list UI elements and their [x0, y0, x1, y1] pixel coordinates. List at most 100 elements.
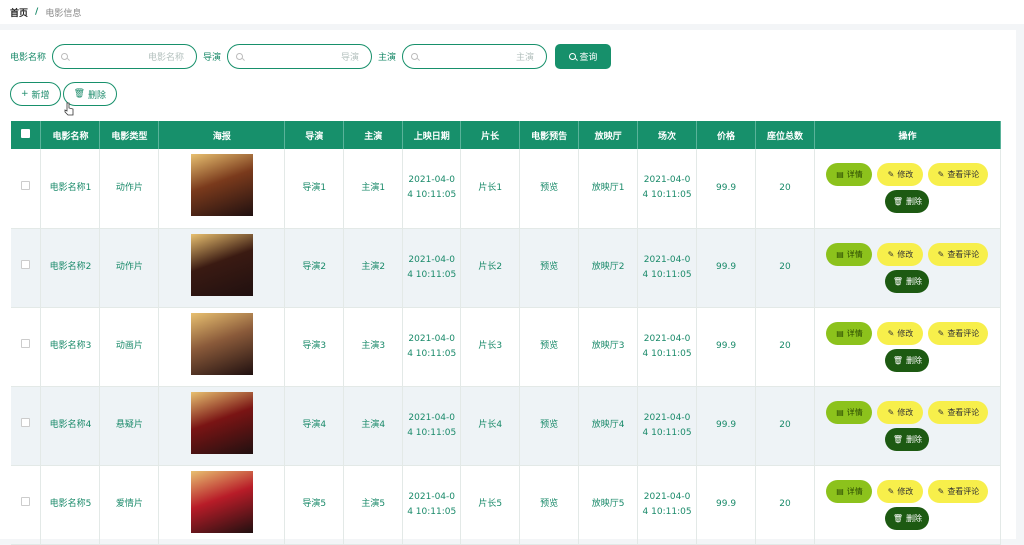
- cell-release-date: 2021-04-0 4 10:11:05: [402, 386, 462, 466]
- search-icon: [61, 53, 69, 60]
- add-button[interactable]: + 新增: [10, 82, 61, 106]
- search-bar: 电影名称 电影名称 导演 导演 主演 主演 查询: [10, 44, 612, 69]
- row-select-cell[interactable]: [11, 228, 42, 308]
- cell-director: 导演4: [284, 386, 345, 466]
- director-input[interactable]: 导演: [227, 44, 373, 69]
- edit-button[interactable]: ✎ 修改: [877, 479, 924, 503]
- date-line: 2021-04-0: [408, 491, 455, 502]
- delete-label: 删除: [906, 197, 923, 207]
- edit-button[interactable]: ✎ 修改: [877, 242, 924, 266]
- movie-poster-image[interactable]: [190, 233, 253, 296]
- row-select-cell[interactable]: [11, 465, 42, 545]
- cell-hall: 放映厅4: [578, 386, 639, 466]
- cell-poster: [158, 386, 286, 466]
- row-select-cell[interactable]: [11, 386, 42, 466]
- edit-button[interactable]: ✎ 修改: [877, 321, 924, 345]
- pencil-icon: ✎: [887, 407, 895, 417]
- movie-poster-image[interactable]: [190, 470, 253, 533]
- trash-icon: 🗑: [892, 197, 904, 207]
- breadcrumb-home[interactable]: 首页: [10, 6, 28, 19]
- table-row[interactable]: 电影名称4 悬疑片 导演4 主演4 2021-04-0 4 10:11:05 片长…: [11, 386, 1002, 466]
- session-line: 2021-04-0: [643, 412, 691, 423]
- cell-poster: [158, 307, 286, 387]
- star-input[interactable]: 主演: [402, 44, 548, 69]
- cell-trailer[interactable]: 预览: [519, 386, 580, 466]
- cell-release-date: 2021-04-0 4 10:11:05: [402, 228, 462, 308]
- review-label: 查看评论: [947, 486, 980, 496]
- row-delete-button[interactable]: 🗑 删除: [885, 190, 930, 214]
- detail-button[interactable]: ▤ 详情: [826, 242, 873, 266]
- table-row[interactable]: 电影名称5 爱情片 导演5 主演5 2021-04-0 4 10:11:05 片长…: [11, 465, 1002, 545]
- date-line: 4 10:11:05: [407, 348, 457, 359]
- cell-trailer[interactable]: 预览: [519, 149, 580, 229]
- table-row[interactable]: 电影名称3 动画片 导演3 主演3 2021-04-0 4 10:11:05 片长…: [11, 307, 1002, 387]
- plus-icon: +: [21, 89, 29, 99]
- detail-button[interactable]: ▤ 详情: [826, 479, 873, 503]
- cell-length: 片长1: [460, 149, 521, 229]
- select-all-checkbox[interactable]: [21, 129, 31, 138]
- view-reviews-button[interactable]: ✎ 查看评论: [928, 163, 989, 187]
- cell-director: 导演1: [284, 149, 345, 229]
- row-delete-button[interactable]: 🗑 删除: [885, 348, 930, 372]
- select-all-header[interactable]: [11, 121, 42, 149]
- edit-button[interactable]: ✎ 修改: [877, 163, 924, 187]
- cell-type: 爱情片: [99, 465, 160, 545]
- date-line: 4 10:11:05: [407, 427, 457, 438]
- session-line: 4 10:11:05: [642, 190, 692, 201]
- movie-poster-image[interactable]: [190, 391, 253, 454]
- row-checkbox[interactable]: [21, 260, 31, 269]
- document-icon: ▤: [836, 249, 844, 259]
- query-label: 查询: [579, 53, 598, 63]
- view-reviews-button[interactable]: ✎ 查看评论: [928, 242, 989, 266]
- view-reviews-button[interactable]: ✎ 查看评论: [928, 321, 989, 345]
- director-label: 导演: [203, 53, 222, 63]
- view-reviews-button[interactable]: ✎ 查看评论: [928, 400, 989, 424]
- cell-name: 电影名称2: [40, 228, 101, 308]
- table-row[interactable]: 电影名称1 动作片 导演1 主演1 2021-04-0 4 10:11:05 片长…: [11, 149, 1002, 229]
- date-line: 2021-04-0: [408, 175, 455, 186]
- row-delete-button[interactable]: 🗑 删除: [885, 427, 930, 451]
- cell-price: 99.9: [696, 307, 756, 387]
- cell-session: 2021-04-0 4 10:11:05: [637, 386, 698, 466]
- cell-star: 主演4: [343, 386, 404, 466]
- pencil-icon: ✎: [887, 486, 895, 496]
- row-checkbox[interactable]: [21, 180, 31, 190]
- row-select-cell[interactable]: [11, 307, 42, 387]
- date-line: 2021-04-0: [408, 333, 455, 344]
- cell-length: 片长3: [460, 307, 521, 387]
- edit-label: 修改: [897, 407, 914, 417]
- row-checkbox[interactable]: [21, 418, 31, 427]
- edit-button[interactable]: ✎ 修改: [877, 400, 924, 424]
- row-checkbox[interactable]: [21, 339, 31, 348]
- movie-poster-image[interactable]: [190, 154, 253, 217]
- detail-button[interactable]: ▤ 详情: [826, 400, 873, 424]
- table-row[interactable]: 电影名称2 动作片 导演2 主演2 2021-04-0 4 10:11:05 片长…: [11, 228, 1002, 308]
- view-reviews-button[interactable]: ✎ 查看评论: [928, 479, 989, 503]
- document-icon: ▤: [836, 407, 844, 417]
- row-checkbox[interactable]: [21, 497, 31, 506]
- row-delete-button[interactable]: 🗑 删除: [885, 506, 930, 530]
- detail-button[interactable]: ▤ 详情: [826, 321, 873, 345]
- cell-trailer[interactable]: 预览: [519, 465, 580, 545]
- cell-seats: 20: [755, 386, 815, 466]
- date-line: 4 10:11:05: [407, 269, 457, 280]
- pencil-icon: ✎: [937, 407, 945, 417]
- breadcrumb-separator: /: [35, 7, 39, 17]
- trash-icon: 🗑: [892, 355, 904, 365]
- movie-table: 电影名称 电影类型 海报 导演 主演 上映日期 片长 电影预告 放映厅 场次 价…: [11, 121, 1002, 545]
- cell-hall: 放映厅1: [578, 149, 639, 229]
- cell-trailer[interactable]: 预览: [519, 307, 580, 387]
- row-select-cell[interactable]: [11, 149, 42, 229]
- query-button[interactable]: 查询: [555, 44, 612, 69]
- row-delete-button[interactable]: 🗑 删除: [885, 269, 930, 293]
- movie-name-input[interactable]: 电影名称: [52, 44, 198, 69]
- col-header: 操作: [814, 121, 1002, 149]
- cell-type: 动画片: [99, 307, 160, 387]
- batch-delete-label: 删除: [88, 90, 107, 101]
- cell-seats: 20: [755, 465, 815, 545]
- cell-trailer[interactable]: 预览: [519, 228, 580, 308]
- detail-button[interactable]: ▤ 详情: [826, 163, 873, 187]
- cell-hall: 放映厅5: [578, 465, 639, 545]
- movie-poster-image[interactable]: [190, 312, 253, 375]
- session-line: 4 10:11:05: [642, 269, 692, 280]
